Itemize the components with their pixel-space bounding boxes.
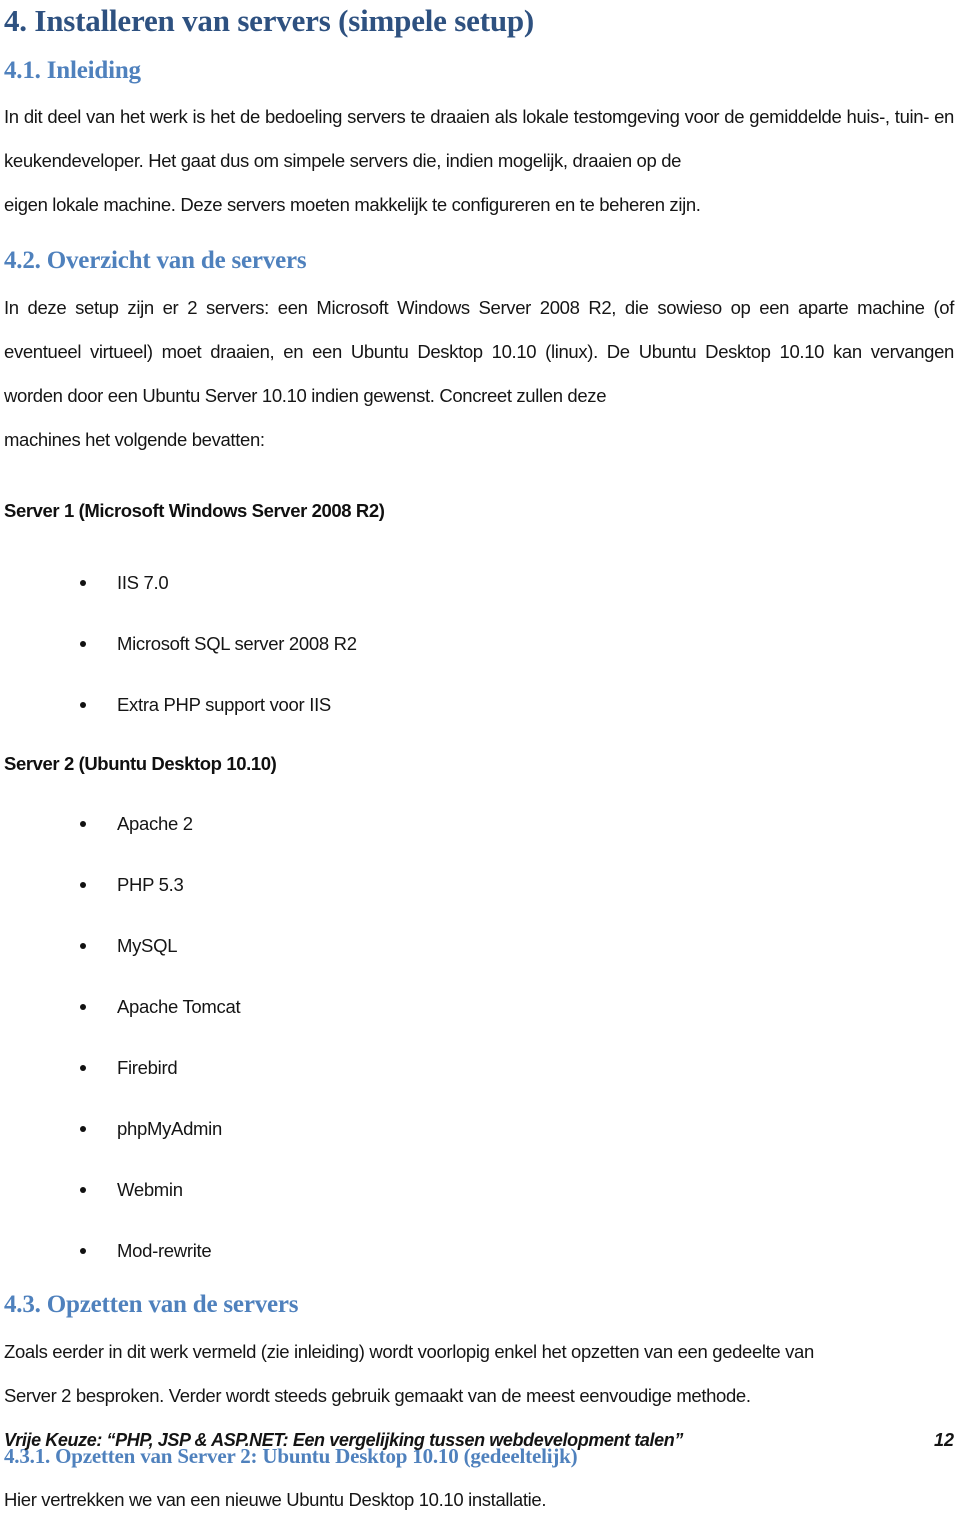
section-heading-4-1: 4.1. Inleiding bbox=[4, 56, 141, 84]
paragraph-intro: In dit deel van het werk is het de bedoe… bbox=[4, 95, 954, 227]
list-item-label: Firebird bbox=[117, 1057, 178, 1079]
bullet-icon bbox=[80, 579, 86, 586]
list-item-label: MySQL bbox=[117, 935, 178, 957]
list-item: Extra PHP support voor IIS bbox=[4, 674, 954, 735]
list-item-label: Webmin bbox=[117, 1179, 183, 1201]
list-item: Mod-rewrite bbox=[4, 1220, 954, 1281]
list-item: Webmin bbox=[4, 1159, 954, 1220]
server-2-heading: Server 2 (Ubuntu Desktop 10.10) bbox=[4, 753, 277, 775]
footer-page-number: 12 bbox=[933, 1430, 954, 1450]
paragraph-setup-server2: Hier vertrekken we van een nieuwe Ubuntu… bbox=[4, 1478, 954, 1522]
server-1-feature-list: IIS 7.0 Microsoft SQL server 2008 R2 Ext… bbox=[4, 552, 954, 735]
paragraph-line: Server 2 besproken. Verder wordt steeds … bbox=[4, 1384, 751, 1406]
section-heading-4-2: 4.2. Overzicht van de servers bbox=[4, 247, 307, 275]
list-item: MySQL bbox=[4, 915, 954, 976]
list-item-label: Apache Tomcat bbox=[117, 996, 241, 1018]
paragraph-line: machines het volgende bevatten: bbox=[4, 429, 265, 451]
bullet-icon bbox=[80, 701, 86, 708]
list-item-label: Mod-rewrite bbox=[117, 1240, 212, 1262]
list-item-label: phpMyAdmin bbox=[117, 1118, 222, 1140]
list-item: phpMyAdmin bbox=[4, 1098, 954, 1159]
bullet-icon bbox=[80, 820, 86, 827]
server-2-feature-list: Apache 2 PHP 5.3 MySQL Apache Tomcat Fir… bbox=[4, 793, 954, 1281]
list-item-label: PHP 5.3 bbox=[117, 874, 184, 896]
list-item: Apache Tomcat bbox=[4, 976, 954, 1037]
list-item-label: IIS 7.0 bbox=[117, 572, 169, 594]
paragraph-line: Hier vertrekken we van een nieuwe Ubuntu… bbox=[4, 1489, 547, 1511]
page-footer: Vrije Keuze: “PHP, JSP & ASP.NET: Een ve… bbox=[4, 1430, 954, 1451]
bullet-icon bbox=[80, 942, 86, 949]
bullet-icon bbox=[80, 640, 86, 647]
paragraph-line: In deze setup zijn er 2 servers: een Mic… bbox=[4, 297, 849, 319]
page-title: 4. Installeren van servers (simpele setu… bbox=[4, 3, 535, 38]
paragraph-setup: Zoals eerder in dit werk vermeld (zie in… bbox=[4, 1330, 954, 1418]
list-item: IIS 7.0 bbox=[4, 552, 954, 613]
list-item: Apache 2 bbox=[4, 793, 954, 854]
footer-title: Vrije Keuze: “PHP, JSP & ASP.NET: Een ve… bbox=[4, 1430, 683, 1450]
list-item: PHP 5.3 bbox=[4, 854, 954, 915]
bullet-icon bbox=[80, 1003, 86, 1010]
list-item-label: Microsoft SQL server 2008 R2 bbox=[117, 633, 357, 655]
bullet-icon bbox=[80, 1186, 86, 1193]
document-page: 4. Installeren van servers (simpele setu… bbox=[0, 0, 960, 1510]
list-item-label: Extra PHP support voor IIS bbox=[117, 694, 331, 716]
list-item: Firebird bbox=[4, 1037, 954, 1098]
bullet-icon bbox=[80, 1064, 86, 1071]
bullet-icon bbox=[80, 1125, 86, 1132]
list-item-label: Apache 2 bbox=[117, 813, 193, 835]
bullet-icon bbox=[80, 881, 86, 888]
paragraph-line: In dit deel van het werk is het de bedoe… bbox=[4, 106, 842, 128]
bullet-icon bbox=[80, 1247, 86, 1254]
list-item: Microsoft SQL server 2008 R2 bbox=[4, 613, 954, 674]
paragraph-line: eigen lokale machine. Deze servers moete… bbox=[4, 194, 701, 216]
paragraph-line: Zoals eerder in dit werk vermeld (zie in… bbox=[4, 1340, 814, 1362]
section-heading-4-3: 4.3. Opzetten van de servers bbox=[4, 1291, 299, 1319]
server-1-heading: Server 1 (Microsoft Windows Server 2008 … bbox=[4, 500, 385, 522]
paragraph-overview: In deze setup zijn er 2 servers: een Mic… bbox=[4, 286, 954, 462]
